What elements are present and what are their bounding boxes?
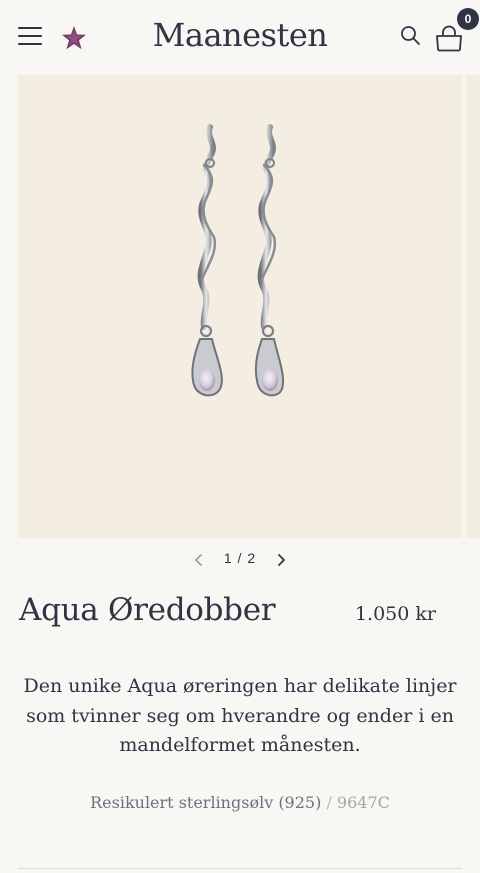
cart-count-badge: 0 [457,8,479,30]
material-text: Resikulert sterlingsølv (925) [90,793,322,812]
next-image-peek[interactable] [466,75,480,538]
chevron-left-icon[interactable] [190,550,208,570]
site-header: Maanesten 0 [0,0,480,74]
product-description: Den unike Aqua øreringen har delikate li… [23,675,457,756]
product-price: 1.050 kr [354,603,436,625]
search-icon[interactable] [399,24,423,48]
product-sku: 9647C [336,793,390,812]
chevron-right-icon[interactable] [272,550,290,570]
pager-total: 2 [247,550,257,566]
image-pager: 1 / 2 [0,548,480,572]
left-earring [191,124,223,397]
product-material-line: Resikulert sterlingsølv (925) / 9647C [0,793,480,812]
pager-count: 1 / 2 [212,550,268,566]
earrings-image [191,124,284,397]
divider [18,868,462,869]
product-image[interactable] [18,75,462,538]
shopping-bag-icon[interactable] [433,24,465,52]
product-title: Aqua Øredobber [19,592,276,628]
sku-separator: / [326,793,332,812]
pager-current: 1 [223,550,233,566]
right-earring [254,124,284,397]
pager-separator: / [237,550,243,566]
